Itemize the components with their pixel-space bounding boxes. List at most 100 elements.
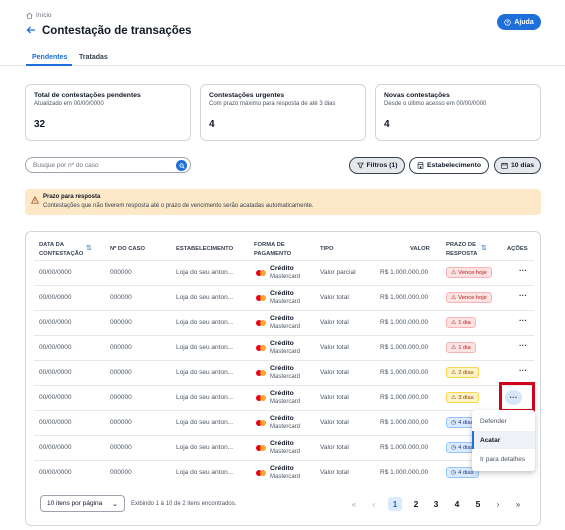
back-button[interactable] <box>26 25 36 37</box>
header-date-line2: CONTESTAÇÃO <box>39 251 84 257</box>
table-row[interactable]: 00/00/0000 000000 Loja do seu anton... Créd… <box>34 435 534 460</box>
cell-date: 00/00/0000 <box>39 269 72 276</box>
alert-title: Prazo para resposta <box>43 194 101 200</box>
card-brand: Mastercard <box>270 399 301 405</box>
cell-value: R$ 1.000.000,00 <box>380 469 429 476</box>
prev-page-button[interactable]: ‹ <box>367 497 381 511</box>
row-actions-button[interactable]: ··· <box>518 367 528 375</box>
table-row[interactable]: 00/00/0000 000000 Loja do seu anton... Créd… <box>34 460 534 485</box>
cell-establishment: Loja do seu anton... <box>176 319 234 326</box>
search-icon <box>178 162 185 169</box>
warning-icon <box>31 196 39 204</box>
card-subtitle: Com prazo máximo para resposta de até 3 … <box>209 101 336 107</box>
calendar-icon <box>501 162 508 169</box>
cell-type: Valor total <box>320 319 349 326</box>
arrow-left-icon <box>26 26 35 34</box>
tab-bar: Pendentes Tratadas <box>0 52 565 66</box>
table-row[interactable]: 00/00/0000 000000 Loja do seu anton... Créd… <box>34 335 534 360</box>
clock-icon: ◷ <box>451 419 457 426</box>
deadline-badge: ⚠ 3 dias <box>446 392 479 403</box>
cell-case: 000000 <box>110 444 132 451</box>
cell-value: R$ 1.000.000,00 <box>380 394 429 401</box>
payment-method: Crédito <box>270 440 294 447</box>
deadline-text: 1 dia <box>458 344 471 351</box>
period-button[interactable]: 10 dias <box>494 157 541 174</box>
menu-item-defender[interactable]: Defender <box>472 412 535 430</box>
deadline-alert: Prazo para resposta Contestações que não… <box>25 189 541 215</box>
row-actions-button[interactable]: ··· <box>518 267 528 275</box>
payment-method: Crédito <box>270 390 294 397</box>
payment-method: Crédito <box>270 465 294 472</box>
card-value: 32 <box>34 119 46 130</box>
header-date[interactable]: DATA DA CONTESTAÇÃO <box>39 241 83 259</box>
header-deadline[interactable]: PRAZO DE RESPOSTA <box>446 241 477 259</box>
row-actions-button[interactable]: ··· <box>518 342 528 350</box>
search-input[interactable]: Busque por nº do caso <box>25 157 191 173</box>
cell-case: 000000 <box>110 419 132 426</box>
warning-icon: ⚠ <box>451 294 457 301</box>
cell-date: 00/00/0000 <box>39 319 72 326</box>
deadline-badge: ⚠ Vence hoje <box>446 292 492 303</box>
deadline-text: 2 dias <box>458 369 474 376</box>
filters-button[interactable]: Filtros (1) <box>349 157 405 174</box>
menu-item-acatar[interactable]: Acatar <box>472 431 535 449</box>
tab-tratadas[interactable]: Tratadas <box>79 54 108 61</box>
cell-payment: Crédito Mastercard <box>256 265 300 281</box>
mastercard-icon <box>256 270 266 276</box>
table-row[interactable]: 00/00/0000 000000 Loja do seu anton... Créd… <box>34 260 534 285</box>
header-type: TIPO <box>320 246 334 252</box>
card-title: Total de contestações pendentes <box>34 92 141 99</box>
cell-date: 00/00/0000 <box>39 369 72 376</box>
cell-payment: Crédito Mastercard <box>256 365 300 381</box>
cell-date: 00/00/0000 <box>39 394 72 401</box>
page-button-1[interactable]: 1 <box>388 497 402 511</box>
clock-icon: ◷ <box>451 469 457 476</box>
sort-icon[interactable]: ⇅ <box>86 244 92 252</box>
cell-type: Valor total <box>320 469 349 476</box>
table-row[interactable]: 00/00/0000 000000 Loja do seu anton... Créd… <box>34 385 534 410</box>
row-actions-button[interactable]: ··· <box>518 292 528 300</box>
row-actions-menu: Defender Acatar Ir para detalhes <box>472 410 535 471</box>
card-title: Novas contestações <box>384 92 450 99</box>
card-brand: Mastercard <box>270 274 301 280</box>
search-button[interactable] <box>176 160 187 171</box>
items-per-page-label: 10 itens por página <box>47 500 103 507</box>
page-button-5[interactable]: 5 <box>471 497 485 511</box>
cell-payment: Crédito Mastercard <box>256 390 300 406</box>
card-value: 4 <box>384 119 390 130</box>
page-button-3[interactable]: 3 <box>429 497 443 511</box>
cell-case: 000000 <box>110 394 132 401</box>
clock-icon: ◷ <box>451 444 457 451</box>
cell-establishment: Loja do seu anton... <box>176 369 234 376</box>
help-button[interactable]: Ajuda <box>497 14 541 30</box>
warning-icon: ⚠ <box>451 394 457 401</box>
warning-icon: ⚠ <box>451 269 457 276</box>
first-page-button[interactable]: « <box>347 497 361 511</box>
establishment-button[interactable]: Estabelecimento <box>409 157 489 174</box>
cell-value: R$ 1.000.000,00 <box>380 269 429 276</box>
breadcrumb[interactable]: Início <box>26 12 52 19</box>
last-page-button[interactable]: » <box>511 497 525 511</box>
card-urgent: Contestações urgentes Com prazo máximo p… <box>200 84 366 141</box>
help-icon <box>504 18 511 26</box>
deadline-badge: ⚠ 1 dia <box>446 317 476 328</box>
payment-method: Crédito <box>270 290 294 297</box>
table-row[interactable]: 00/00/0000 000000 Loja do seu anton... Créd… <box>34 310 534 335</box>
header-date-line1: DATA DA <box>39 242 65 248</box>
cell-establishment: Loja do seu anton... <box>176 444 234 451</box>
table-row[interactable]: 00/00/0000 000000 Loja do seu anton... Créd… <box>34 285 534 310</box>
table-row[interactable]: 00/00/0000 000000 Loja do seu anton... Créd… <box>34 360 534 385</box>
row-actions-button[interactable]: ··· <box>518 317 528 325</box>
items-per-page-select[interactable]: 10 itens por página ⌄ <box>40 495 125 512</box>
sort-icon[interactable]: ⇅ <box>481 244 487 252</box>
menu-item-details[interactable]: Ir para detalhes <box>472 450 535 468</box>
tab-pendentes[interactable]: Pendentes <box>32 54 67 61</box>
page-button-2[interactable]: 2 <box>409 497 423 511</box>
card-subtitle: Atualizado em 00/00/0000 <box>34 101 104 107</box>
table-row[interactable]: 00/00/0000 000000 Loja do seu anton... Créd… <box>34 410 534 435</box>
cell-payment: Crédito Mastercard <box>256 440 300 456</box>
next-page-button[interactable]: › <box>491 497 505 511</box>
cell-case: 000000 <box>110 319 132 326</box>
cell-date: 00/00/0000 <box>39 294 72 301</box>
page-button-4[interactable]: 4 <box>450 497 464 511</box>
